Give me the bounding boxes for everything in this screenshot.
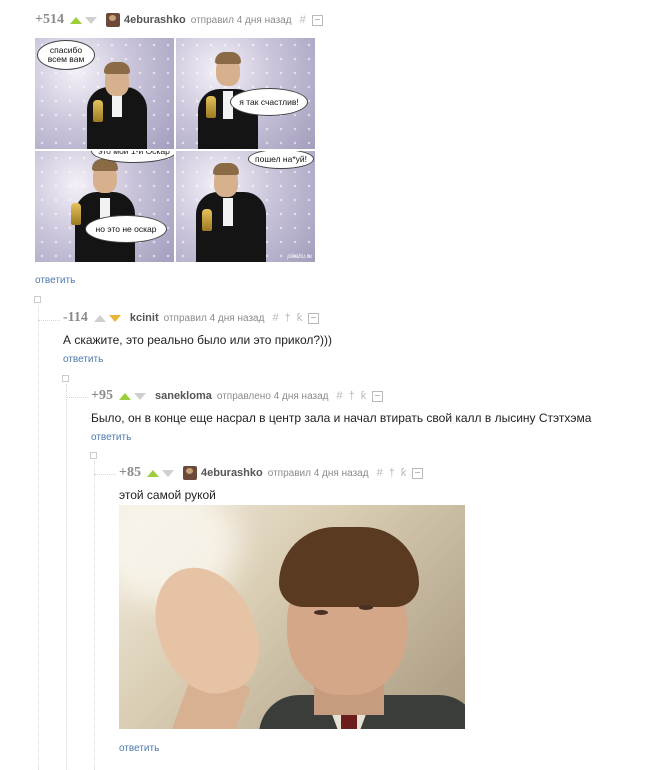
thread-line: [66, 384, 67, 770]
thread-branch: [94, 474, 116, 475]
speech-bubble: я так счастлив!: [230, 88, 308, 116]
comment-2: -114 kcinit отправил 4 дня назад # † ƙ А…: [63, 309, 332, 347]
person-icon[interactable]: †: [349, 390, 355, 402]
comment-image-photo[interactable]: [119, 505, 465, 729]
person-icon[interactable]: †: [389, 467, 395, 479]
rating: -114: [63, 310, 88, 325]
save-icon[interactable]: [412, 467, 424, 479]
comment-4: +85 4eburashko отправил 4 дня назад # † …: [119, 464, 424, 502]
rating: +85: [119, 465, 141, 480]
hash-icon[interactable]: #: [337, 390, 343, 402]
vote-up-icon[interactable]: [93, 314, 106, 322]
author-link[interactable]: 4eburashko: [201, 467, 263, 479]
vote-up-icon[interactable]: [69, 16, 82, 24]
hash-icon[interactable]: #: [272, 312, 278, 324]
walk-icon[interactable]: ƙ: [401, 467, 407, 479]
walk-icon[interactable]: ƙ: [297, 312, 303, 324]
rating: +95: [91, 388, 113, 403]
collage-panel: это мой 1-й Оскар но это не оскар: [35, 151, 174, 262]
comment-image-collage[interactable]: спасибо всем вам я так счастлив! это мой…: [35, 38, 315, 262]
collapse-toggle[interactable]: [62, 375, 69, 382]
vote-up-icon[interactable]: [146, 469, 159, 477]
hash-icon[interactable]: #: [377, 467, 383, 479]
author-link[interactable]: kcinit: [130, 312, 159, 324]
posted-time: отправил 4 дня назад: [267, 467, 369, 479]
comment-meta: -114 kcinit отправил 4 дня назад # † ƙ: [63, 309, 332, 327]
speech-bubble: но это не оскар: [85, 215, 167, 243]
comment-3: +95 sanekloma отправлено 4 дня назад # †…: [91, 387, 591, 425]
avatar[interactable]: [105, 13, 120, 27]
thread-line: [94, 461, 95, 770]
thread-branch: [38, 320, 60, 321]
comment-text: этой самой рукой: [119, 488, 216, 502]
comment-text: А скажите, это реально было или это прик…: [63, 333, 333, 347]
avatar[interactable]: [182, 466, 197, 480]
speech-bubble: спасибо всем вам: [37, 40, 95, 70]
watermark: pikabu.ru: [287, 254, 312, 260]
posted-time: отправил 4 дня назад: [163, 312, 265, 324]
save-icon[interactable]: [372, 390, 384, 402]
posted-time: отправлено 4 дня назад: [216, 390, 329, 402]
person-icon[interactable]: †: [285, 312, 291, 324]
author-link[interactable]: 4eburashko: [124, 14, 186, 26]
comment-text: Было, он в конце еще насрал в центр зала…: [91, 411, 592, 425]
vote-down-icon[interactable]: [133, 392, 146, 400]
collage-panel: спасибо всем вам: [35, 38, 174, 149]
reply-link[interactable]: ответить: [91, 432, 131, 443]
save-icon[interactable]: [308, 312, 320, 324]
comment-1: +514 4eburashko отправил 4 дня назад #: [35, 11, 323, 29]
collage-panel: я так счастлив!: [176, 38, 315, 149]
comment-meta: +95 sanekloma отправлено 4 дня назад # †…: [91, 387, 591, 405]
thread-line: [38, 305, 39, 770]
vote-up-icon[interactable]: [118, 392, 131, 400]
walk-icon[interactable]: ƙ: [361, 390, 367, 402]
reply-link[interactable]: ответить: [63, 354, 103, 365]
rating: +514: [35, 12, 64, 27]
comment-meta: +514 4eburashko отправил 4 дня назад #: [35, 11, 323, 29]
author-link[interactable]: sanekloma: [155, 390, 212, 402]
posted-time: отправил 4 дня назад: [190, 14, 292, 26]
comment-meta: +85 4eburashko отправил 4 дня назад # † …: [119, 464, 424, 482]
vote-down-icon[interactable]: [108, 314, 121, 322]
collapse-toggle[interactable]: [90, 452, 97, 459]
collapse-toggle[interactable]: [34, 296, 41, 303]
vote-down-icon[interactable]: [161, 469, 174, 477]
reply-link[interactable]: ответить: [119, 743, 159, 754]
collage-panel: пошел на*уй! pikabu.ru: [176, 151, 315, 262]
thread-branch: [66, 397, 88, 398]
vote-down-icon[interactable]: [84, 16, 97, 24]
save-icon[interactable]: [311, 14, 323, 26]
hash-icon[interactable]: #: [300, 14, 306, 26]
reply-link[interactable]: ответить: [35, 275, 75, 286]
